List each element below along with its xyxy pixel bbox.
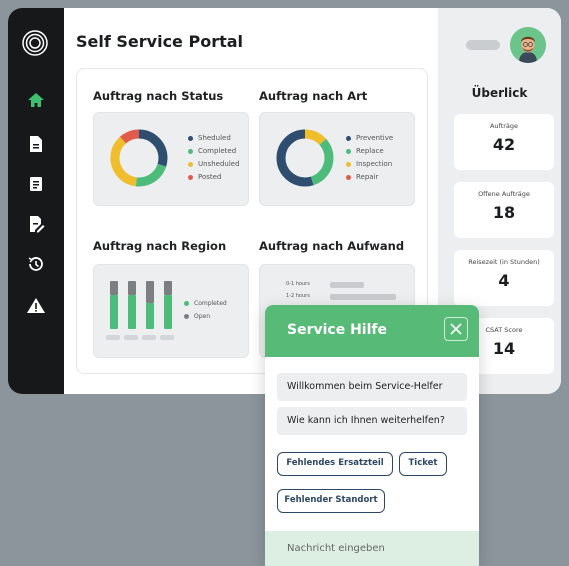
status-card[interactable]: Sheduled Completed Unsheduled Posted (93, 112, 249, 206)
stat-label: Offene Aufträge (478, 190, 530, 198)
legend-item: Unsheduled (188, 158, 240, 171)
stat-card-travel-time[interactable]: Reisezeit (in Stunden) 4 (454, 250, 554, 306)
page-title: Self Service Portal (76, 32, 244, 51)
edit-document-icon[interactable] (26, 214, 46, 234)
row-label: 0-1 hours (286, 281, 310, 287)
region-legend: Completed Open (184, 297, 227, 323)
legend-item: Sheduled (188, 132, 240, 145)
chat-message: Wie kann ich Ihnen weiterhelfen? (277, 407, 467, 435)
legend-item: Preventive (346, 132, 393, 145)
sidebar (8, 8, 64, 394)
warning-icon[interactable] (26, 296, 46, 316)
row-label: 1-2 hours (286, 293, 310, 299)
toggle-switch[interactable] (466, 40, 500, 50)
effort-bar (330, 282, 364, 288)
card-title-art: Auftrag nach Art (259, 89, 368, 103)
service-chat-widget: Service Hilfe Willkommen beim Service-He… (265, 305, 479, 566)
art-donut-chart (276, 129, 334, 187)
art-legend: Preventive Replace Inspection Repair (346, 132, 393, 184)
region-bar-chart (106, 281, 174, 340)
legend-item: Inspection (346, 158, 393, 171)
avatar[interactable] (510, 27, 546, 63)
stat-label: Aufträge (489, 122, 519, 130)
option-ticket-button[interactable]: Ticket (399, 452, 447, 476)
art-card[interactable]: Preventive Replace Inspection Repair (259, 112, 415, 206)
card-title-region: Auftrag nach Region (93, 239, 227, 253)
status-legend: Sheduled Completed Unsheduled Posted (188, 132, 240, 184)
home-icon[interactable] (26, 90, 46, 110)
chat-message: Willkommen beim Service-Helfer (277, 373, 467, 401)
option-missing-location-button[interactable]: Fehlender Standort (277, 489, 385, 513)
stat-card-open-orders[interactable]: Offene Aufträge 18 (454, 182, 554, 238)
stat-value: 4 (498, 271, 510, 290)
legend-item: Completed (188, 145, 240, 158)
message-input[interactable]: Nachricht eingeben (265, 531, 479, 566)
effort-bar (330, 294, 396, 300)
document-icon[interactable] (26, 134, 46, 154)
legend-item: Replace (346, 145, 393, 158)
close-button[interactable] (444, 317, 468, 341)
card-title-aufwand: Auftrag nach Aufwand (259, 239, 405, 253)
chat-header: Service Hilfe (265, 305, 479, 357)
stat-value: 18 (492, 203, 516, 222)
history-icon[interactable] (26, 254, 46, 274)
stat-value: 42 (492, 135, 516, 154)
card-title-status: Auftrag nach Status (93, 89, 224, 103)
legend-item: Completed (184, 297, 227, 310)
region-card[interactable]: Completed Open (93, 264, 249, 358)
stat-label: Reisezeit (in Stunden) (468, 258, 540, 266)
logo-icon[interactable] (20, 28, 50, 58)
close-icon (450, 323, 462, 335)
chat-title: Service Hilfe (287, 322, 387, 338)
legend-item: Open (184, 310, 227, 323)
legend-item: Posted (188, 171, 240, 184)
overview-title: Überlick (471, 86, 528, 100)
status-donut-chart (110, 129, 168, 187)
list-document-icon[interactable] (26, 174, 46, 194)
option-missing-part-button[interactable]: Fehlendes Ersatzteil (277, 452, 393, 476)
stat-card-orders[interactable]: Aufträge 42 (454, 114, 554, 170)
legend-item: Repair (346, 171, 393, 184)
